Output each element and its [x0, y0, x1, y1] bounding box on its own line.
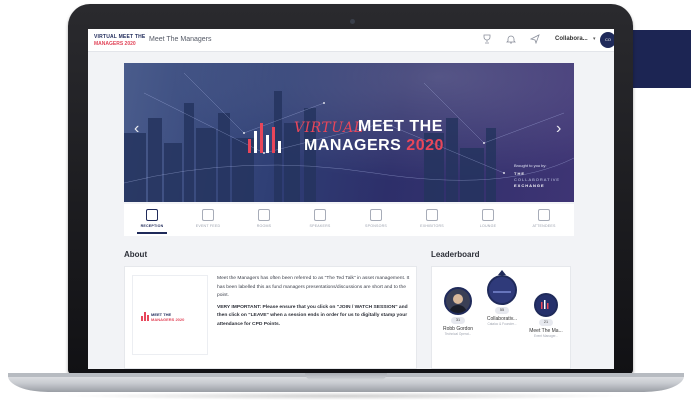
laptop-mockup: VIRTUAL MEET THE MANAGERS 2020 Meet The …: [0, 0, 691, 403]
trophy-icon[interactable]: [481, 34, 493, 46]
microphone-icon: [314, 209, 326, 221]
tab-label: SPONSORS: [365, 224, 387, 228]
avatar: [487, 270, 517, 305]
carousel-next-button[interactable]: ›: [556, 120, 561, 138]
hero-meet-the-text: MEET THE: [358, 118, 443, 135]
leaderboard-subtitle: Event Manager...: [533, 334, 559, 338]
brought-by-text: Brought to you by:: [514, 163, 547, 168]
carousel-prev-button[interactable]: ‹: [134, 120, 139, 138]
tab-label: ATTENDEES: [532, 224, 556, 228]
hero-banner: ‹ › VIRTUAL MEET THE MANAGERS 2020 Broug…: [124, 63, 574, 202]
tab-label: LOUNGE: [479, 224, 497, 228]
app-title: Meet The Managers: [149, 36, 212, 43]
logo-line2: MANAGERS 2020: [94, 41, 136, 47]
sponsor-line2: COLLABORATIVE: [514, 177, 561, 182]
laptop-shadow: [60, 392, 630, 400]
tab-label: ROOMS: [256, 224, 272, 228]
about-text: Meet the Managers has often been referre…: [217, 275, 413, 333]
about-important-notice: VERY IMPORTANT: Please ensure that you c…: [217, 304, 408, 327]
top-bar: VIRTUAL MEET THE MANAGERS 2020 Meet The …: [88, 29, 614, 52]
user-name[interactable]: Collabora...: [555, 36, 588, 42]
app-logo[interactable]: VIRTUAL MEET THE MANAGERS 2020: [94, 34, 146, 48]
leaderboard-entry[interactable]: 21 Meet The Ma... Event Manager...: [526, 293, 566, 338]
leaderboard-heading: Leaderboard: [431, 250, 480, 259]
tab-label: EVENT FEED: [195, 224, 221, 228]
leaderboard-entry[interactable]: 55 Collaborativ... Cataloc & Founder...: [482, 270, 522, 326]
tab-exhibitors[interactable]: EXHIBITORS: [404, 204, 460, 236]
rank-badge: 21: [539, 319, 553, 326]
tab-label: EXHIBITORS: [420, 224, 444, 228]
sponsor-line1: THE: [514, 171, 525, 176]
tab-label: SPEAKERS: [309, 224, 331, 228]
rank-badge: 31: [451, 317, 465, 324]
door-icon: [258, 209, 270, 221]
tab-rooms[interactable]: ROOMS: [236, 204, 292, 236]
brand-bars-icon: [246, 119, 286, 153]
rank-badge: 55: [495, 307, 509, 314]
about-card: MEET THE MANAGERS 2020 Meet the Managers…: [124, 266, 417, 369]
avatar[interactable]: CO: [600, 32, 614, 48]
avatar: [444, 287, 472, 315]
laptop-notch: [305, 373, 387, 380]
tab-speakers[interactable]: SPEAKERS: [292, 204, 348, 236]
lounge-icon: [482, 209, 494, 221]
people-icon: [538, 209, 550, 221]
event-brand: VIRTUAL MEET THE MANAGERS 2020: [246, 113, 496, 163]
leaderboard-subtitle: Technical Operat...: [444, 332, 472, 336]
tab-lounge[interactable]: LOUNGE: [460, 204, 516, 236]
about-paragraph: Meet the Managers has often been referre…: [217, 276, 410, 299]
tab-sponsors[interactable]: SPONSORS: [348, 204, 404, 236]
chevron-down-icon[interactable]: ▾: [593, 36, 596, 42]
bell-icon[interactable]: [505, 34, 517, 46]
nav-tabs: RECEPTION EVENT FEED ROOMS SPEAKERS SPON…: [124, 204, 574, 236]
hero-managers-line: MANAGERS 2020: [304, 137, 444, 155]
about-logo-line2: MANAGERS 2020: [151, 317, 185, 322]
about-heading: About: [124, 250, 148, 259]
building-icon: [146, 209, 158, 221]
leaderboard-subtitle: Cataloc & Founder...: [487, 322, 517, 326]
webcam: [350, 19, 355, 24]
sponsor-line3: EXCHANGE: [514, 183, 545, 188]
app-screen: VIRTUAL MEET THE MANAGERS 2020 Meet The …: [88, 29, 614, 369]
active-tab-indicator: [137, 232, 167, 234]
brand-bars-icon: [141, 312, 149, 321]
leaderboard-entry[interactable]: 31 Robb Gordon Technical Operat...: [438, 287, 478, 336]
leaderboard-card: 31 Robb Gordon Technical Operat... 55 Co…: [431, 266, 571, 369]
decorative-navy-block: [630, 30, 691, 88]
hero-year-text: 2020: [406, 137, 444, 154]
chat-icon: [202, 209, 214, 221]
send-icon[interactable]: [529, 34, 541, 46]
logo-line1: VIRTUAL MEET THE: [94, 34, 146, 40]
booth-icon: [426, 209, 438, 221]
tab-label: RECEPTION: [140, 224, 164, 228]
crown-icon: [498, 270, 506, 275]
tab-attendees[interactable]: ATTENDEES: [516, 204, 572, 236]
tab-event-feed[interactable]: EVENT FEED: [180, 204, 236, 236]
hero-virtual-text: VIRTUAL: [294, 120, 364, 136]
avatar: [534, 293, 558, 317]
about-logo: MEET THE MANAGERS 2020: [132, 275, 208, 355]
handshake-icon: [370, 209, 382, 221]
hero-managers-text: MANAGERS: [304, 137, 402, 154]
